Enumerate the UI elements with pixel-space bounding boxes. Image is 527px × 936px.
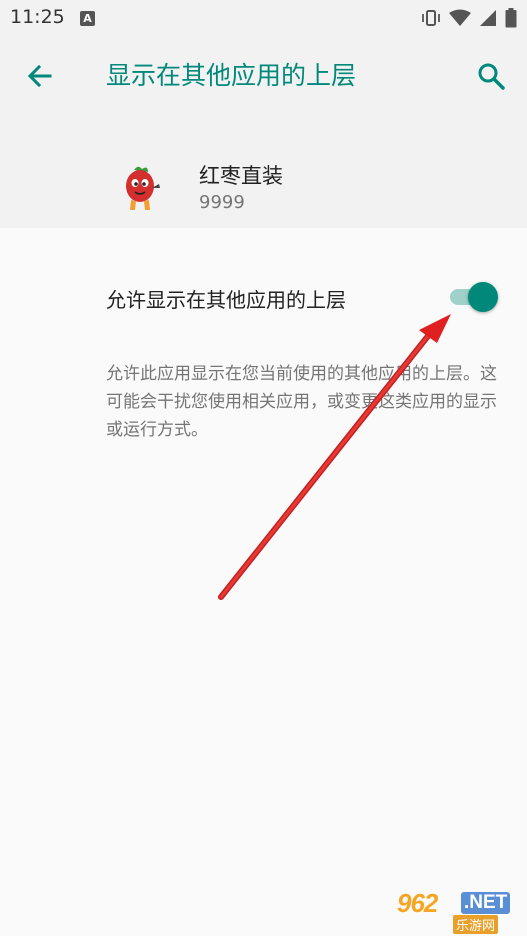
- arrow-left-icon[interactable]: [24, 60, 56, 92]
- battery-icon: [505, 8, 517, 28]
- app-header: 红枣直装 9999: [0, 118, 527, 228]
- status-bar: 11:25 A: [0, 0, 527, 36]
- status-time: 11:25: [10, 6, 65, 28]
- search-icon[interactable]: [475, 60, 507, 92]
- signal-icon: [480, 10, 496, 26]
- red-date-mascot-icon: [126, 166, 160, 210]
- overlay-permission-toggle[interactable]: [448, 282, 500, 312]
- app-version: 9999: [199, 192, 245, 213]
- app-name: 红枣直装: [199, 164, 283, 188]
- status-icons: [421, 8, 517, 28]
- page-title: 显示在其他应用的上层: [106, 61, 357, 90]
- vibrate-icon: [422, 10, 440, 26]
- a-letter-icon: A: [80, 11, 95, 26]
- site-watermark-logo: 962 .NET 乐游网: [395, 888, 521, 934]
- wifi-icon: [449, 9, 471, 26]
- watermark-sub: 乐游网: [453, 915, 499, 934]
- setting-description: 允许此应用显示在您当前使用的其他应用的上层。这可能会干扰您使用相关应用，或变更这…: [106, 364, 497, 440]
- watermark-net: .NET: [461, 892, 511, 914]
- toggle-thumb: [468, 282, 498, 312]
- overlay-permission-row[interactable]: 允许显示在其他应用的上层: [0, 228, 527, 354]
- app-bar: 显示在其他应用的上层: [0, 36, 527, 118]
- setting-label: 允许显示在其他应用的上层: [106, 288, 346, 312]
- watermark-main: 962: [397, 888, 438, 918]
